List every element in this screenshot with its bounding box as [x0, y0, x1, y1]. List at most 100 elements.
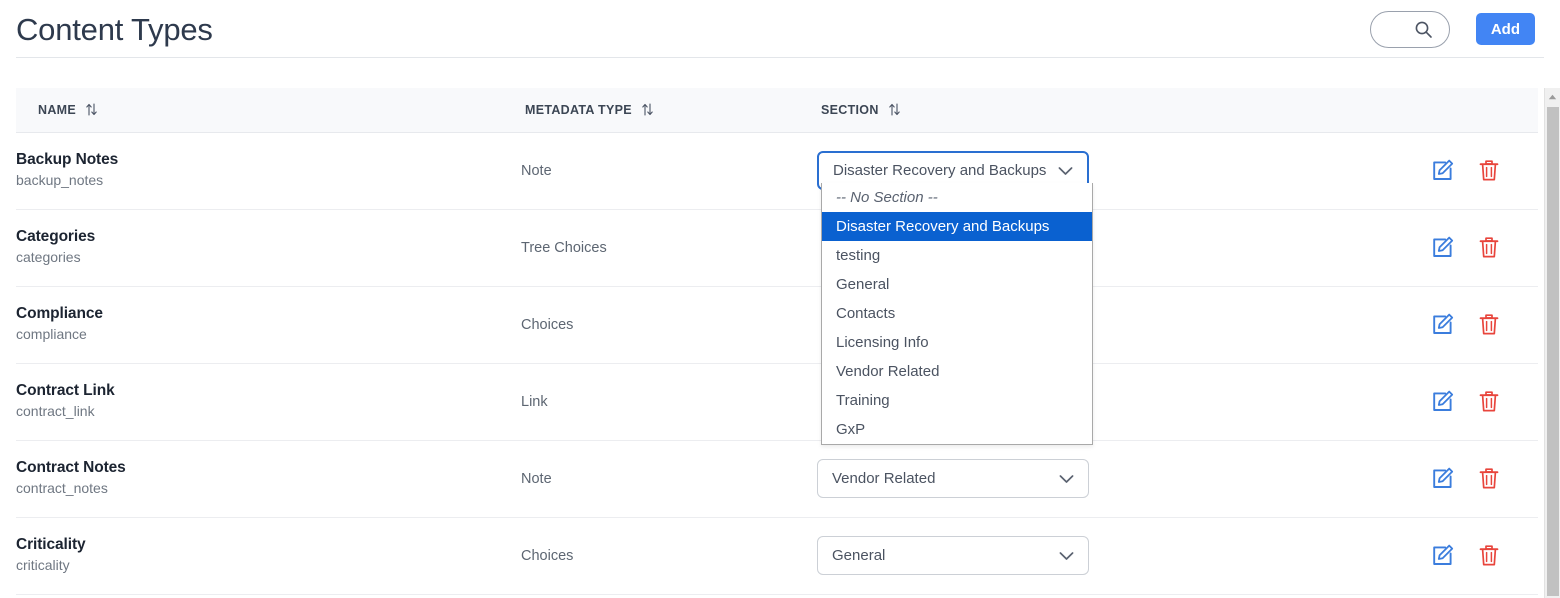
content-type-key: contract_link — [16, 401, 521, 422]
section-dropdown-list[interactable]: -- No Section --Disaster Recovery and Ba… — [821, 183, 1093, 445]
cell-actions — [1399, 209, 1538, 286]
section-select-value: Disaster Recovery and Backups — [833, 162, 1050, 179]
dropdown-option[interactable]: General — [822, 270, 1092, 299]
chevron-down-icon — [1059, 551, 1074, 561]
cell-name: Compliancecompliance — [16, 286, 521, 363]
content-type-key: contract_notes — [16, 478, 521, 499]
sort-updown-icon[interactable] — [641, 102, 654, 117]
dropdown-option[interactable]: Contacts — [822, 299, 1092, 328]
table-row: CategoriescategoriesTree Choices — [16, 209, 1538, 286]
trash-icon[interactable] — [1478, 544, 1500, 567]
dropdown-option[interactable]: GxP — [822, 415, 1092, 444]
page-header: Content Types Add — [0, 0, 1560, 58]
content-types-page: Content Types Add — [0, 0, 1560, 598]
edit-pencil-icon[interactable] — [1431, 544, 1454, 567]
edit-pencil-icon[interactable] — [1431, 159, 1454, 182]
cell-name: Categoriescategories — [16, 209, 521, 286]
cell-metadata-type: Note — [521, 132, 817, 209]
chevron-down-icon — [1058, 166, 1073, 176]
scroll-up-arrow-icon[interactable] — [1545, 88, 1560, 105]
table-row: Contract Linkcontract_linkLink — [16, 363, 1538, 440]
cell-metadata-type: Choices — [521, 286, 817, 363]
column-header-section[interactable]: SECTION — [817, 88, 1399, 132]
metadata-type-value: Tree Choices — [521, 240, 607, 256]
scrollbar-thumb[interactable] — [1547, 107, 1559, 596]
column-header-name[interactable]: NAME — [16, 88, 521, 132]
column-header-section-label: SECTION — [821, 103, 879, 117]
trash-icon[interactable] — [1478, 467, 1500, 490]
cell-actions — [1399, 440, 1538, 517]
trash-icon[interactable] — [1478, 159, 1500, 182]
cell-section: General — [817, 517, 1399, 594]
cell-actions — [1399, 363, 1538, 440]
cell-metadata-type: Note — [521, 440, 817, 517]
column-header-actions — [1399, 88, 1538, 132]
cell-name: Backup Notesbackup_notes — [16, 132, 521, 209]
table-header-row: NAME METADATA TYPE — [16, 88, 1538, 132]
cell-section: Vendor Related — [817, 440, 1399, 517]
page-title: Content Types — [16, 14, 213, 45]
table-body: Backup Notesbackup_notesNoteDisaster Rec… — [16, 132, 1538, 594]
content-types-table-container: NAME METADATA TYPE — [16, 88, 1538, 598]
cell-actions — [1399, 132, 1538, 209]
metadata-type-value: Choices — [521, 317, 573, 333]
trash-icon[interactable] — [1478, 313, 1500, 336]
header-actions: Add — [1370, 11, 1544, 48]
vertical-scrollbar[interactable] — [1544, 88, 1560, 598]
sort-updown-icon[interactable] — [85, 102, 98, 117]
table-row: Backup Notesbackup_notesNote Disaster Rec… — [16, 132, 1538, 209]
metadata-type-value: Note — [521, 471, 552, 487]
content-type-key: backup_notes — [16, 170, 521, 191]
dropdown-option[interactable]: Licensing Info — [822, 328, 1092, 357]
column-header-metadata-type-label: METADATA TYPE — [525, 103, 632, 117]
dropdown-option[interactable]: Vendor Related — [822, 357, 1092, 386]
dropdown-option[interactable]: -- No Section -- — [822, 183, 1092, 212]
cell-name: Criticalitycriticality — [16, 517, 521, 594]
table-head: NAME METADATA TYPE — [16, 88, 1538, 132]
edit-pencil-icon[interactable] — [1431, 467, 1454, 490]
cell-actions — [1399, 286, 1538, 363]
section-select-value: Vendor Related — [832, 470, 1051, 487]
column-header-metadata-type[interactable]: METADATA TYPE — [521, 88, 817, 132]
sort-updown-icon[interactable] — [888, 102, 901, 117]
cell-section: Disaster Recovery and Backups -- No Secti… — [817, 132, 1399, 209]
trash-icon[interactable] — [1478, 390, 1500, 413]
dropdown-option[interactable]: Training — [822, 386, 1092, 415]
content-types-table: NAME METADATA TYPE — [16, 88, 1538, 595]
chevron-down-icon — [1059, 474, 1074, 484]
cell-name: Contract Linkcontract_link — [16, 363, 521, 440]
content-type-key: compliance — [16, 324, 521, 345]
table-row: CriticalitycriticalityChoices General — [16, 517, 1538, 594]
table-row: Contract Notescontract_notesNote Vendor R… — [16, 440, 1538, 517]
cell-metadata-type: Link — [521, 363, 817, 440]
content-type-name: Compliance — [16, 304, 521, 323]
cell-name: Contract Notescontract_notes — [16, 440, 521, 517]
content-type-name: Backup Notes — [16, 150, 521, 169]
dropdown-option[interactable]: testing — [822, 241, 1092, 270]
header-divider — [16, 57, 1544, 58]
cell-metadata-type: Choices — [521, 517, 817, 594]
edit-pencil-icon[interactable] — [1431, 390, 1454, 413]
metadata-type-value: Link — [521, 394, 548, 410]
content-type-name: Contract Link — [16, 381, 521, 400]
section-select[interactable]: General — [817, 536, 1089, 575]
section-select-value: General — [832, 547, 1051, 564]
content-type-name: Criticality — [16, 535, 521, 554]
cell-actions — [1399, 517, 1538, 594]
table-row: CompliancecomplianceChoices — [16, 286, 1538, 363]
trash-icon[interactable] — [1478, 236, 1500, 259]
search-input[interactable] — [1370, 11, 1450, 48]
metadata-type-value: Choices — [521, 548, 573, 564]
content-type-name: Categories — [16, 227, 521, 246]
content-type-key: categories — [16, 247, 521, 268]
section-select[interactable]: Vendor Related — [817, 459, 1089, 498]
column-header-name-label: NAME — [38, 103, 76, 117]
dropdown-option[interactable]: Disaster Recovery and Backups — [822, 212, 1092, 241]
metadata-type-value: Note — [521, 163, 552, 179]
edit-pencil-icon[interactable] — [1431, 313, 1454, 336]
add-button[interactable]: Add — [1476, 13, 1535, 45]
edit-pencil-icon[interactable] — [1431, 236, 1454, 259]
cell-metadata-type: Tree Choices — [521, 209, 817, 286]
content-type-name: Contract Notes — [16, 458, 521, 477]
content-type-key: criticality — [16, 555, 521, 576]
